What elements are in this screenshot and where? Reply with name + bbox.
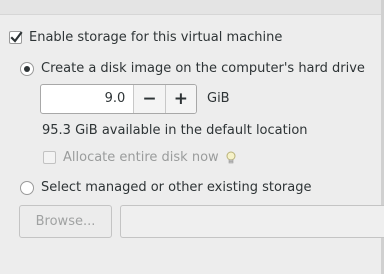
plus-icon: + — [173, 89, 188, 109]
size-unit-label: GiB — [207, 91, 230, 106]
available-space-text: 95.3 GiB available in the default locati… — [42, 123, 308, 138]
create-disk-label: Create a disk image on the computer's ha… — [41, 61, 365, 76]
existing-storage-label: Select managed or other existing storage — [41, 180, 312, 195]
create-disk-radio[interactable]: Create a disk image on the computer's ha… — [20, 61, 365, 76]
lightbulb-icon — [226, 151, 236, 163]
allocate-disk-label: Allocate entire disk now — [63, 150, 219, 165]
window-top-edge — [0, 0, 384, 15]
radio-unselected-icon — [20, 180, 34, 195]
checkbox-unchecked-icon — [43, 151, 56, 164]
storage-path-input[interactable] — [120, 205, 384, 238]
decrement-button[interactable]: − — [133, 85, 165, 113]
browse-button[interactable]: Browse... — [19, 205, 112, 238]
existing-storage-radio[interactable]: Select managed or other existing storage — [20, 180, 311, 195]
radio-selected-icon — [20, 61, 34, 76]
enable-storage-checkbox[interactable]: Enable storage for this virtual machine — [9, 30, 282, 45]
allocate-disk-checkbox[interactable]: Allocate entire disk now — [43, 150, 237, 165]
checkbox-checked-icon — [9, 31, 23, 44]
minus-icon: − — [142, 89, 157, 109]
disk-size-input[interactable]: 9.0 — [41, 85, 133, 113]
enable-storage-label: Enable storage for this virtual machine — [29, 30, 283, 45]
increment-button[interactable]: + — [164, 85, 196, 113]
disk-size-spinbutton[interactable]: 9.0 − + — [40, 84, 197, 114]
